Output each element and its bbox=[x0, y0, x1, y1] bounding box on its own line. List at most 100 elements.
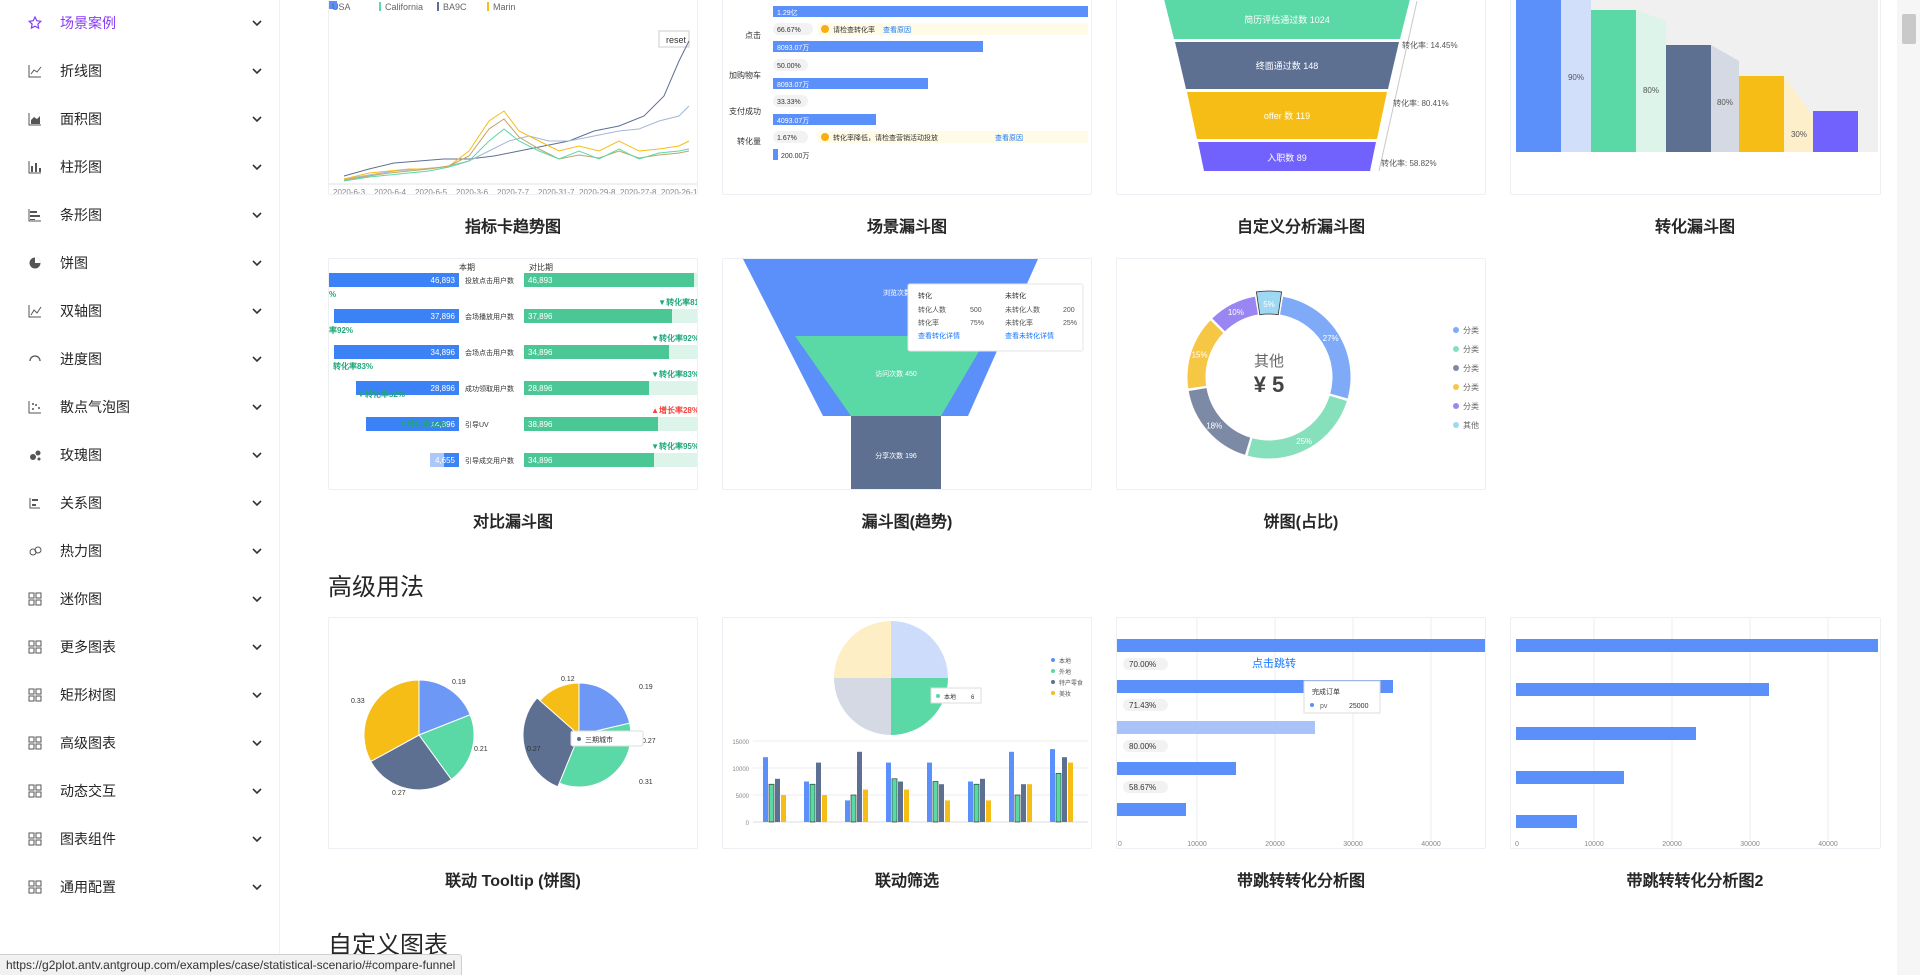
card-title-linked-tooltip[interactable]: 联动 Tooltip (饼图) bbox=[328, 867, 698, 891]
sidebar-item-10[interactable]: 关系图 bbox=[0, 479, 279, 527]
card-pie-ratio[interactable]: 27% 25% 18% 15% 10% 5% 其他 ¥ 5 分类 分类 分类 分类 分类 其他 bbox=[1116, 258, 1486, 490]
chevron-down-icon[interactable] bbox=[250, 784, 264, 798]
card-conversion-funnel[interactable]: 90% 80% 80% 30% bbox=[1510, 0, 1881, 195]
sidebar: 场景案例 折线图 面积图柱形图条形图 饼图 双轴图 进度图散点气泡图玫瑰图关系图热力图 迷你… bbox=[0, 0, 280, 975]
filter-bar bbox=[845, 800, 850, 822]
chevron-down-icon[interactable] bbox=[250, 64, 264, 78]
jump-tooltip-key: pv bbox=[1320, 703, 1328, 710]
pie-center-value: ¥ 5 bbox=[1254, 372, 1285, 397]
funnel-trend-tooltip: 转化 未转化 转化人数 500 未转化人数 200 转化率 75% 未转化率 2… bbox=[907, 283, 1084, 352]
indicator-trend-chart: USA California BA9C Marin reset 2020-6-3… bbox=[329, 1, 697, 195]
chevron-down-icon[interactable] bbox=[250, 688, 264, 702]
sidebar-item-8[interactable]: 散点气泡图 bbox=[0, 383, 279, 431]
card-scene-funnel[interactable]: 1.29亿 点击 66.67% 请检查转化率 查看原因 8093.07万 50.… bbox=[722, 0, 1092, 195]
card-title-funnel-trend[interactable]: 漏斗图(趋势) bbox=[722, 508, 1092, 532]
card-title-pie-ratio[interactable]: 饼图(占比) bbox=[1116, 508, 1486, 532]
progress-icon bbox=[28, 352, 42, 366]
sidebar-item-1[interactable]: 折线图 bbox=[0, 47, 279, 95]
card-linked-tooltip[interactable]: 0.19 0.21 0.27 0.33 0.12 0.19 0.27 0.31 … bbox=[328, 617, 698, 849]
scrollbar[interactable] bbox=[1897, 0, 1920, 975]
compare-left-value: 34,896 bbox=[431, 348, 456, 357]
card-indicator-trend[interactable]: USA California BA9C Marin reset 2020-6-3… bbox=[328, 0, 698, 195]
tooltip-link-converted[interactable]: 查看转化详情 bbox=[918, 331, 960, 340]
sidebar-item-15[interactable]: 高级图表 bbox=[0, 719, 279, 767]
linked-label-6: 0.19 bbox=[639, 684, 653, 691]
sidebar-item-18[interactable]: 通用配置 bbox=[0, 863, 279, 911]
sidebar-item-5[interactable]: 饼图 bbox=[0, 239, 279, 287]
chevron-down-icon[interactable] bbox=[250, 208, 264, 222]
card-custom-funnel[interactable]: 简历评估通过数 1024 终面通过数 148 offer 数 119 入职数 8… bbox=[1116, 0, 1486, 195]
chevron-down-icon[interactable] bbox=[250, 256, 264, 270]
sidebar-item-9[interactable]: 玫瑰图 bbox=[0, 431, 279, 479]
chevron-down-icon[interactable] bbox=[250, 832, 264, 846]
scrollbar-thumb[interactable] bbox=[1902, 14, 1916, 44]
sidebar-item-16[interactable]: 动态交互 bbox=[0, 767, 279, 815]
sidebar-item-label: 关系图 bbox=[60, 495, 102, 511]
pie-slice-label: 25% bbox=[1296, 437, 1312, 446]
jump-link[interactable]: 点击跳转 bbox=[1252, 656, 1296, 670]
funnel-warning-link-1[interactable]: 查看原因 bbox=[883, 25, 911, 34]
chevron-down-icon[interactable] bbox=[250, 304, 264, 318]
filter-bar bbox=[968, 781, 973, 822]
card-title-conversion-funnel[interactable]: 转化漏斗图 bbox=[1510, 213, 1880, 237]
funnel-value-4: 4093.07万 bbox=[777, 117, 809, 125]
chevron-down-icon[interactable] bbox=[250, 112, 264, 126]
card-title-custom-funnel[interactable]: 自定义分析漏斗图 bbox=[1116, 213, 1486, 237]
card-compare-funnel[interactable]: 本期 对比期 46,893 投放点击用户数 46,893 37,896 会场播放用户数 3… bbox=[328, 258, 698, 490]
funnel-value-1: 1.29亿 bbox=[777, 8, 798, 17]
card-funnel-trend[interactable]: 浏览次数 78 访问次数 450 分享次数 196 转化 未转化 转化人数 50… bbox=[722, 258, 1092, 490]
sidebar-item-0[interactable]: 场景案例 bbox=[0, 0, 279, 47]
card-linked-filter[interactable]: 本地 6 本地 外地 特产零食 美妆 15000 10000 5000 0 bbox=[722, 617, 1092, 849]
trend-xtick: 2020-27-8 bbox=[620, 188, 657, 195]
pie-ratio-chart: 27%25%18%15%10%5% 其他 ¥ 5 分类分类分类分类分类其他 bbox=[1186, 290, 1479, 460]
filter-legend-label: 外地 bbox=[1059, 668, 1071, 676]
card-title-compare-funnel[interactable]: 对比漏斗图 bbox=[328, 508, 698, 532]
filter-bar bbox=[1009, 751, 1014, 822]
scene-funnel-chart: 1.29亿 点击 66.67% 请检查转化率 查看原因 8093.07万 50.… bbox=[729, 6, 1088, 160]
card-title-scene-funnel[interactable]: 场景漏斗图 bbox=[722, 213, 1092, 237]
tooltip-link-unconverted[interactable]: 查看未转化详情 bbox=[1005, 331, 1054, 340]
sidebar-item-4[interactable]: 条形图 bbox=[0, 191, 279, 239]
card-title-indicator-trend[interactable]: 指标卡趋势图 bbox=[328, 213, 698, 237]
card-jump-conversion-2[interactable]: 0 10000 20000 30000 40000 bbox=[1510, 617, 1881, 849]
grid-icon bbox=[28, 640, 42, 654]
compare-left-value: 46,893 bbox=[431, 276, 456, 285]
card-jump-conversion[interactable]: 70.00% 71.43% 80.00% 58.67% 点击跳转 完成订单 pv… bbox=[1116, 617, 1486, 849]
reset-label: reset bbox=[666, 35, 687, 45]
sidebar-item-17[interactable]: 图表组件 bbox=[0, 815, 279, 863]
sidebar-item-11[interactable]: 热力图 bbox=[0, 527, 279, 575]
chevron-down-icon[interactable] bbox=[250, 544, 264, 558]
chevron-down-icon[interactable] bbox=[250, 160, 264, 174]
sidebar-item-label: 散点气泡图 bbox=[60, 399, 130, 415]
chevron-down-icon[interactable] bbox=[250, 16, 264, 30]
sidebar-item-6[interactable]: 双轴图 bbox=[0, 287, 279, 335]
tooltip-r1c2: 500 bbox=[970, 307, 982, 314]
card-title-linked-filter[interactable]: 联动筛选 bbox=[722, 867, 1092, 891]
chevron-down-icon[interactable] bbox=[250, 592, 264, 606]
sidebar-item-label: 柱形图 bbox=[60, 159, 102, 175]
chevron-down-icon[interactable] bbox=[250, 352, 264, 366]
linked-label-5: 0.12 bbox=[561, 676, 575, 683]
pie-slice-label: 5% bbox=[1263, 300, 1275, 309]
card-title-jump-conversion[interactable]: 带跳转转化分析图 bbox=[1116, 867, 1486, 891]
sidebar-item-12[interactable]: 迷你图 bbox=[0, 575, 279, 623]
compare-funnel-chart: 本期 对比期 46,893 投放点击用户数 46,893 37,896 会场播放用户数 3… bbox=[329, 262, 697, 467]
sidebar-item-7[interactable]: 进度图 bbox=[0, 335, 279, 383]
sidebar-item-3[interactable]: 柱形图 bbox=[0, 143, 279, 191]
pie-slice bbox=[1278, 295, 1352, 400]
jump-xtick: 20000 bbox=[1662, 841, 1682, 848]
funnel-warning-link-2[interactable]: 查看原因 bbox=[995, 133, 1023, 142]
sidebar-item-14[interactable]: 矩形树图 bbox=[0, 671, 279, 719]
pie-legend-label: 其他 bbox=[1463, 420, 1479, 430]
chevron-down-icon[interactable] bbox=[250, 400, 264, 414]
chevron-down-icon[interactable] bbox=[250, 640, 264, 654]
chevron-down-icon[interactable] bbox=[250, 496, 264, 510]
conv-rate-2: 80% bbox=[1643, 86, 1659, 95]
sidebar-item-2[interactable]: 面积图 bbox=[0, 95, 279, 143]
sidebar-item-label: 高级图表 bbox=[60, 735, 116, 751]
sidebar-item-13[interactable]: 更多图表 bbox=[0, 623, 279, 671]
card-title-jump-conversion-2[interactable]: 带跳转转化分析图2 bbox=[1510, 867, 1880, 891]
chevron-down-icon[interactable] bbox=[250, 880, 264, 894]
chevron-down-icon[interactable] bbox=[250, 448, 264, 462]
chevron-down-icon[interactable] bbox=[250, 736, 264, 750]
